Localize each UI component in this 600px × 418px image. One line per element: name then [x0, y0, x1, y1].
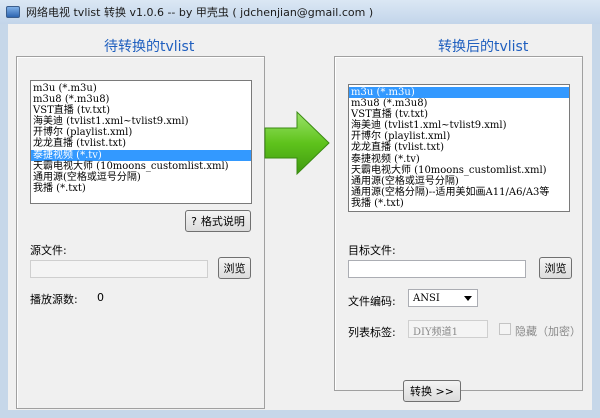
list-item[interactable]: 开博尔 (playlist.xml) — [31, 127, 251, 138]
list-item[interactable]: 开博尔 (playlist.xml) — [349, 131, 569, 142]
list-item[interactable]: 龙龙直播 (tvlist.txt) — [349, 142, 569, 153]
list-item[interactable]: 通用源(空格或逗号分隔) — [31, 172, 251, 183]
list-item[interactable]: 我播 (*.txt) — [349, 198, 569, 209]
list-item[interactable]: VST直播 (tv.txt) — [31, 105, 251, 116]
list-item[interactable]: 通用源(空格分隔)--适用美如画A11/A6/A3等 — [349, 187, 569, 198]
list-item[interactable]: 泰捷视频 (*.tv) — [31, 149, 251, 161]
convert-button[interactable]: 转换 >> — [403, 380, 461, 402]
target-format-list[interactable]: m3u (*.m3u) m3u8 (*.m3u8) VST直播 (tv.txt) 海美… — [348, 84, 570, 212]
app-icon — [6, 6, 20, 18]
list-item[interactable]: m3u (*.m3u) — [349, 87, 569, 99]
source-section-title: 待转换的tvlist — [104, 39, 195, 55]
target-file-input[interactable] — [348, 260, 526, 278]
list-tag-label: 列表标签: — [348, 326, 396, 339]
format-help-button[interactable]: ? 格式说明 — [185, 210, 251, 232]
source-file-input[interactable] — [30, 260, 208, 278]
source-browse-button[interactable]: 浏览 — [218, 257, 251, 279]
list-item[interactable]: 我播 (*.txt) — [31, 183, 251, 194]
list-item[interactable]: 天霸电视大师 (10moons_customlist.xml) — [349, 165, 569, 176]
window-title: 网络电视 tvlist 转换 v1.0.6 -- by 甲壳虫 ( jdchen… — [26, 6, 374, 19]
play-count-value: 0 — [97, 291, 104, 304]
list-item[interactable]: 海美迪 (tvlist1.xml~tvlist9.xml) — [31, 116, 251, 127]
source-file-label: 源文件: — [30, 244, 67, 257]
hide-checkbox[interactable] — [499, 323, 511, 335]
list-tag-placeholder: DIY频道1 — [413, 327, 458, 338]
list-item[interactable]: VST直播 (tv.txt) — [349, 109, 569, 120]
chevron-down-icon — [464, 296, 472, 301]
encoding-select[interactable]: ANSI — [408, 289, 478, 307]
hide-label: 隐藏（加密） — [515, 325, 581, 338]
play-count-label: 播放源数: — [30, 293, 78, 306]
client-area: 待转换的tvlist m3u (*.m3u) m3u8 (*.m3u8) VST直播… — [8, 24, 592, 410]
list-item[interactable]: 通用源(空格或逗号分隔) — [349, 176, 569, 187]
list-item[interactable]: 天霸电视大师 (10moons_customlist.xml) — [31, 161, 251, 172]
list-item[interactable]: 龙龙直播 (tvlist.txt) — [31, 138, 251, 149]
list-item[interactable]: m3u8 (*.m3u8) — [349, 98, 569, 109]
source-format-list[interactable]: m3u (*.m3u) m3u8 (*.m3u8) VST直播 (tv.txt) 海美… — [30, 80, 252, 204]
list-item[interactable]: 泰捷视频 (*.tv) — [349, 154, 569, 165]
format-help-label: 格式说明 — [200, 215, 245, 228]
title-bar[interactable]: 网络电视 tvlist 转换 v1.0.6 -- by 甲壳虫 ( jdchen… — [0, 0, 600, 24]
target-section-title: 转换后的tvlist — [438, 39, 529, 55]
encoding-value: ANSI — [413, 292, 440, 304]
target-file-label: 目标文件: — [348, 244, 396, 257]
list-item[interactable]: m3u (*.m3u) — [31, 83, 251, 94]
convert-arrow-icon — [264, 110, 330, 176]
list-item[interactable]: m3u8 (*.m3u8) — [31, 94, 251, 105]
target-browse-button[interactable]: 浏览 — [539, 257, 572, 279]
encoding-label: 文件编码: — [348, 295, 396, 308]
list-item[interactable]: 海美迪 (tvlist1.xml~tvlist9.xml) — [349, 120, 569, 131]
list-tag-input[interactable]: DIY频道1 — [408, 320, 488, 338]
question-icon: ? — [191, 214, 197, 228]
